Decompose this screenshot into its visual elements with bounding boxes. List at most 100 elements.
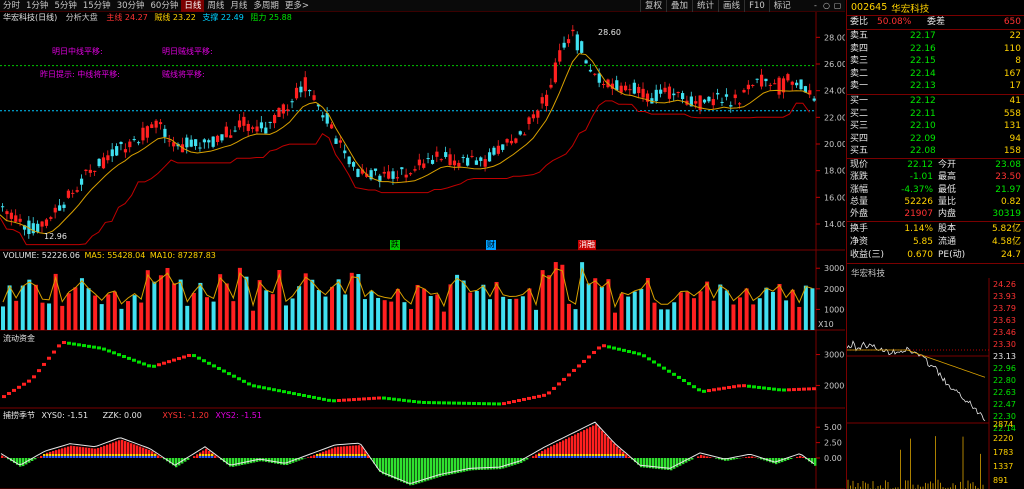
- company-value: 0.670: [907, 250, 933, 260]
- chart-action-1[interactable]: 叠加: [666, 0, 692, 12]
- season-marker-yellow: [601, 454, 604, 456]
- season-marker-blue: [553, 456, 556, 458]
- flow-dot: [297, 393, 301, 397]
- volume-bar: [323, 296, 328, 330]
- candle-body: [119, 141, 123, 145]
- flow-dot: [92, 345, 96, 349]
- stat-value: -4.37%: [901, 184, 933, 195]
- volume-bar: [731, 304, 736, 330]
- season-marker-blue: [607, 456, 610, 458]
- event-mark-b[interactable]: 财: [486, 240, 496, 250]
- season-bar: [601, 430, 604, 458]
- restore-icon[interactable]: ○: [821, 0, 832, 12]
- candle-body: [194, 139, 198, 147]
- flow-dot: [462, 401, 466, 405]
- indicator-name[interactable]: 分析大盘: [66, 13, 98, 22]
- flow-dot: [427, 401, 431, 405]
- season-bar: [427, 458, 430, 481]
- flow-dot: [252, 384, 256, 388]
- season-marker-blue: [361, 456, 364, 458]
- chart-action-2[interactable]: 统计: [692, 0, 718, 12]
- timeframe-tab-0[interactable]: 分时: [0, 0, 23, 12]
- volume-bar: [593, 278, 598, 330]
- volume-bar: [784, 300, 789, 330]
- flow-dot: [472, 401, 476, 405]
- bid-price: 22.12: [910, 96, 936, 106]
- ask-volume: 22: [1009, 31, 1021, 41]
- volume-bar: [705, 281, 710, 330]
- timeframe-tab-9[interactable]: 多周期: [250, 0, 282, 12]
- volume-bar: [336, 279, 341, 330]
- timeframe-tab-10[interactable]: 更多>: [282, 0, 312, 12]
- volume-bar: [343, 294, 348, 330]
- season-marker-yellow: [595, 454, 598, 456]
- season-marker-yellow: [58, 454, 61, 456]
- flow-dot: [12, 388, 16, 392]
- flow-dot: [552, 386, 556, 390]
- timeframe-tab-8[interactable]: 月线: [227, 0, 250, 12]
- flow-dot: [242, 379, 246, 383]
- season-marker-blue: [55, 456, 58, 458]
- minimize-icon[interactable]: -: [810, 0, 821, 12]
- intraday-mini-chart[interactable]: 24.26 23.93 23.79 23.63 23.46 23.30 23.13 22.96…: [847, 278, 1024, 489]
- season-bar: [40, 455, 43, 458]
- season-bar: [385, 458, 388, 476]
- timeframe-tab-4[interactable]: 30分钟: [114, 0, 148, 12]
- chart-action-5[interactable]: 标记: [768, 0, 795, 12]
- season-marker-yellow: [604, 454, 607, 456]
- flow-axis-label: 20000: [824, 381, 845, 390]
- candle-body: [632, 82, 636, 94]
- candle-body: [558, 50, 562, 62]
- flow-dot: [612, 346, 616, 350]
- volume-bar: [507, 299, 512, 330]
- season-marker-yellow: [205, 454, 208, 456]
- flow-dot: [327, 398, 331, 402]
- candle-body: [246, 123, 250, 131]
- chart-action-3[interactable]: 画线: [718, 0, 744, 12]
- timeframe-tab-5[interactable]: 60分钟: [148, 0, 182, 12]
- timeframe-tab-1[interactable]: 1分钟: [23, 0, 51, 12]
- event-mark-c[interactable]: 消融: [578, 240, 596, 250]
- flow-dot: [362, 397, 366, 401]
- volume-bar: [27, 279, 32, 330]
- candle-body: [444, 152, 448, 157]
- volume-bar: [283, 305, 288, 330]
- timeframe-tab-3[interactable]: 15分钟: [80, 0, 114, 12]
- flow-dot: [507, 401, 511, 405]
- timeframe-tab-6[interactable]: 日线: [181, 0, 205, 12]
- stat-label: 内盘: [938, 209, 957, 220]
- candle-body: [694, 101, 698, 104]
- maximize-icon[interactable]: ▢: [832, 0, 843, 12]
- candle-body: [132, 139, 136, 141]
- season-bar: [403, 458, 406, 483]
- flow-dot: [727, 385, 731, 389]
- season-marker-yellow: [583, 454, 586, 456]
- candle-body: [571, 29, 575, 32]
- candle-body: [615, 80, 619, 91]
- timeframe-tab-7[interactable]: 周线: [204, 0, 227, 12]
- candle-body: [439, 159, 443, 161]
- season-marker-blue: [154, 456, 157, 458]
- flow-header: 流动资金: [3, 334, 35, 343]
- candle-body: [101, 157, 106, 169]
- flow-dot: [747, 384, 751, 388]
- timeframe-tab-2[interactable]: 5分钟: [51, 0, 79, 12]
- candle-body: [233, 130, 237, 132]
- volume-bar: [652, 302, 657, 330]
- xys0-label: XYS0:: [41, 411, 65, 420]
- event-mark-a[interactable]: 跌: [390, 240, 400, 250]
- chart-action-4[interactable]: F10: [744, 0, 769, 12]
- season-marker-yellow: [574, 454, 577, 456]
- chart-action-0[interactable]: 复权: [640, 0, 666, 12]
- season-marker-yellow: [130, 454, 133, 456]
- season-marker-blue: [142, 456, 145, 458]
- candle-body: [53, 207, 57, 213]
- flow-dot: [7, 391, 11, 395]
- season-bar: [700, 454, 703, 458]
- season-marker-yellow: [550, 454, 553, 456]
- candle-body: [505, 139, 509, 143]
- volume-bar: [402, 302, 407, 330]
- candle-body: [711, 99, 715, 106]
- flow-dot: [57, 344, 61, 348]
- bid-row: 买四 22.09 94: [847, 134, 1024, 145]
